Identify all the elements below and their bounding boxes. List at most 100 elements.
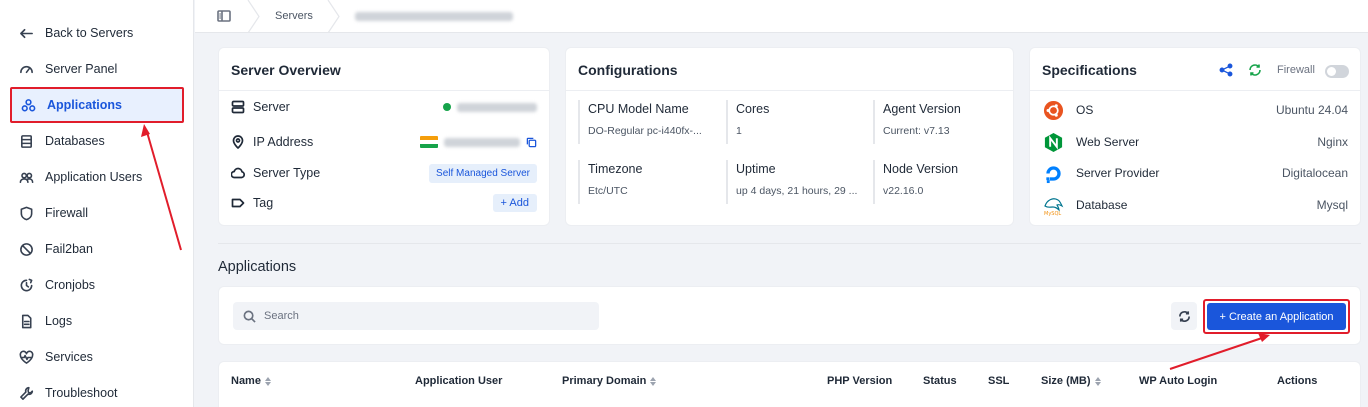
create-application-highlight: + Create an Application: [1203, 299, 1350, 334]
sidebar-item-fail2ban[interactable]: Fail2ban: [10, 231, 184, 267]
column-header-wp-auto-login: WP Auto Login: [1139, 375, 1218, 387]
config-value: 1: [736, 125, 742, 137]
sidebar-item-label: Fail2ban: [45, 242, 93, 256]
server-type-row: Server Type Self Managed Server: [231, 163, 537, 183]
ip-address-label: IP Address: [253, 135, 314, 149]
sidebar-item-label: Application Users: [45, 170, 143, 184]
search-placeholder: Search: [264, 310, 299, 322]
sidebar-item-server-panel[interactable]: Server Panel: [10, 51, 184, 87]
wrench-icon: [18, 385, 34, 401]
spec-label: Database: [1076, 198, 1128, 212]
config-value: up 4 days, 21 hours, 29 ...: [736, 185, 858, 197]
divider: [219, 90, 549, 91]
sidebar-item-application-users[interactable]: Application Users: [10, 159, 184, 195]
server-row: Server: [231, 97, 537, 117]
status-online-dot: [443, 103, 451, 111]
sidebar-item-firewall[interactable]: Firewall: [10, 195, 184, 231]
section-divider: [218, 243, 1361, 244]
firewall-toggle[interactable]: [1325, 65, 1349, 78]
config-label: Agent Version: [883, 102, 961, 116]
ban-icon: [18, 241, 34, 257]
refresh-applications-button[interactable]: [1171, 302, 1197, 330]
column-header-status: Status: [923, 375, 957, 387]
server-name-value: [457, 102, 537, 112]
sidebar-toggle-icon[interactable]: [217, 9, 231, 28]
sidebar-item-cronjobs[interactable]: Cronjobs: [10, 267, 184, 303]
sidebar-item-troubleshoot[interactable]: Troubleshoot: [10, 375, 184, 407]
spec-value: Ubuntu 24.04: [1275, 103, 1348, 117]
server-type-badge: Self Managed Server: [429, 163, 537, 183]
heartbeat-icon: [18, 349, 34, 365]
search-icon: [243, 310, 256, 323]
config-label: Uptime: [736, 162, 776, 176]
sidebar-item-applications[interactable]: Applications: [10, 87, 184, 123]
india-flag-icon: [420, 136, 438, 148]
share-icon[interactable]: [1219, 63, 1233, 77]
config-label: Node Version: [883, 162, 959, 176]
specifications-card: Specifications Firewall OS Ubuntu 24.04 …: [1029, 47, 1361, 226]
digitalocean-logo-icon: [1042, 162, 1064, 184]
config-value: v22.16.0: [883, 185, 924, 197]
sort-icon[interactable]: [650, 376, 657, 386]
clock-icon: [18, 277, 34, 293]
config-value: Etc/UTC: [588, 185, 628, 197]
config-label: CPU Model Name: [588, 102, 689, 116]
database-icon: [18, 133, 34, 149]
config-node-version: Node Version v22.16.0: [873, 160, 1011, 204]
sidebar-item-label: Applications: [47, 98, 123, 112]
config-label: Cores: [736, 102, 770, 116]
server-type-label: Server Type: [253, 166, 321, 180]
applications-section-title: Applications: [218, 259, 297, 275]
spec-label: Server Provider: [1076, 166, 1160, 180]
chevron-right-icon: [327, 0, 341, 34]
spec-server-provider-row: Server Provider Digitalocean: [1042, 161, 1348, 185]
card-title: Specifications: [1042, 62, 1137, 78]
spec-value: Digitalocean: [1281, 166, 1348, 180]
configurations-card: Configurations CPU Model Name DO-Regular…: [565, 47, 1014, 226]
config-uptime: Uptime up 4 days, 21 hours, 29 ...: [726, 160, 864, 204]
spec-label: Web Server: [1076, 135, 1140, 149]
card-title: Server Overview: [231, 62, 341, 78]
tag-icon: [231, 196, 245, 210]
users-icon: [18, 169, 34, 185]
sort-icon[interactable]: [264, 376, 271, 386]
arrow-left-icon: [18, 25, 34, 41]
server-icon: [231, 100, 245, 114]
column-header-primary-domain[interactable]: Primary Domain: [562, 375, 657, 387]
cloud-icon: [231, 166, 245, 180]
search-input[interactable]: Search: [233, 302, 599, 330]
config-timezone: Timezone Etc/UTC: [578, 160, 716, 204]
sort-icon[interactable]: [1094, 376, 1101, 386]
breadcrumb-server-name: [355, 12, 513, 24]
card-title: Configurations: [578, 62, 678, 78]
sidebar-item-services[interactable]: Services: [10, 339, 184, 375]
add-tag-button[interactable]: + Add: [492, 194, 537, 212]
divider: [1030, 90, 1360, 91]
spec-web-server-row: Web Server Nginx: [1042, 130, 1348, 154]
file-icon: [18, 313, 34, 329]
refresh-icon[interactable]: [1248, 63, 1262, 77]
ip-address-value: [444, 137, 520, 147]
sidebar-item-label: Cronjobs: [45, 278, 96, 292]
create-application-button[interactable]: + Create an Application: [1207, 303, 1346, 330]
sidebar-item-label: Troubleshoot: [45, 386, 118, 400]
column-header-size[interactable]: Size (MB): [1041, 375, 1101, 387]
sidebar-item-label: Server Panel: [45, 62, 118, 76]
sidebar-item-back-to-servers[interactable]: Back to Servers: [10, 15, 184, 51]
breadcrumb-servers-link[interactable]: Servers: [275, 10, 313, 22]
sidebar-item-databases[interactable]: Databases: [10, 123, 184, 159]
sidebar-item-logs[interactable]: Logs: [10, 303, 184, 339]
sidebar-item-label: Back to Servers: [45, 26, 134, 40]
column-header-name[interactable]: Name: [231, 375, 271, 387]
sidebar-item-label: Services: [45, 350, 93, 364]
shield-icon: [18, 205, 34, 221]
config-agent-version: Agent Version Current: v7.13: [873, 100, 1011, 144]
copy-icon[interactable]: [526, 137, 537, 148]
config-cores: Cores 1: [726, 100, 864, 144]
refresh-icon: [1178, 310, 1190, 322]
spec-database-row: MySQL Database Mysql: [1042, 193, 1348, 217]
mysql-logo-icon: MySQL: [1042, 194, 1064, 216]
tag-label: Tag: [253, 196, 274, 210]
config-value: Current: v7.13: [883, 125, 950, 137]
spec-os-row: OS Ubuntu 24.04: [1042, 98, 1348, 122]
